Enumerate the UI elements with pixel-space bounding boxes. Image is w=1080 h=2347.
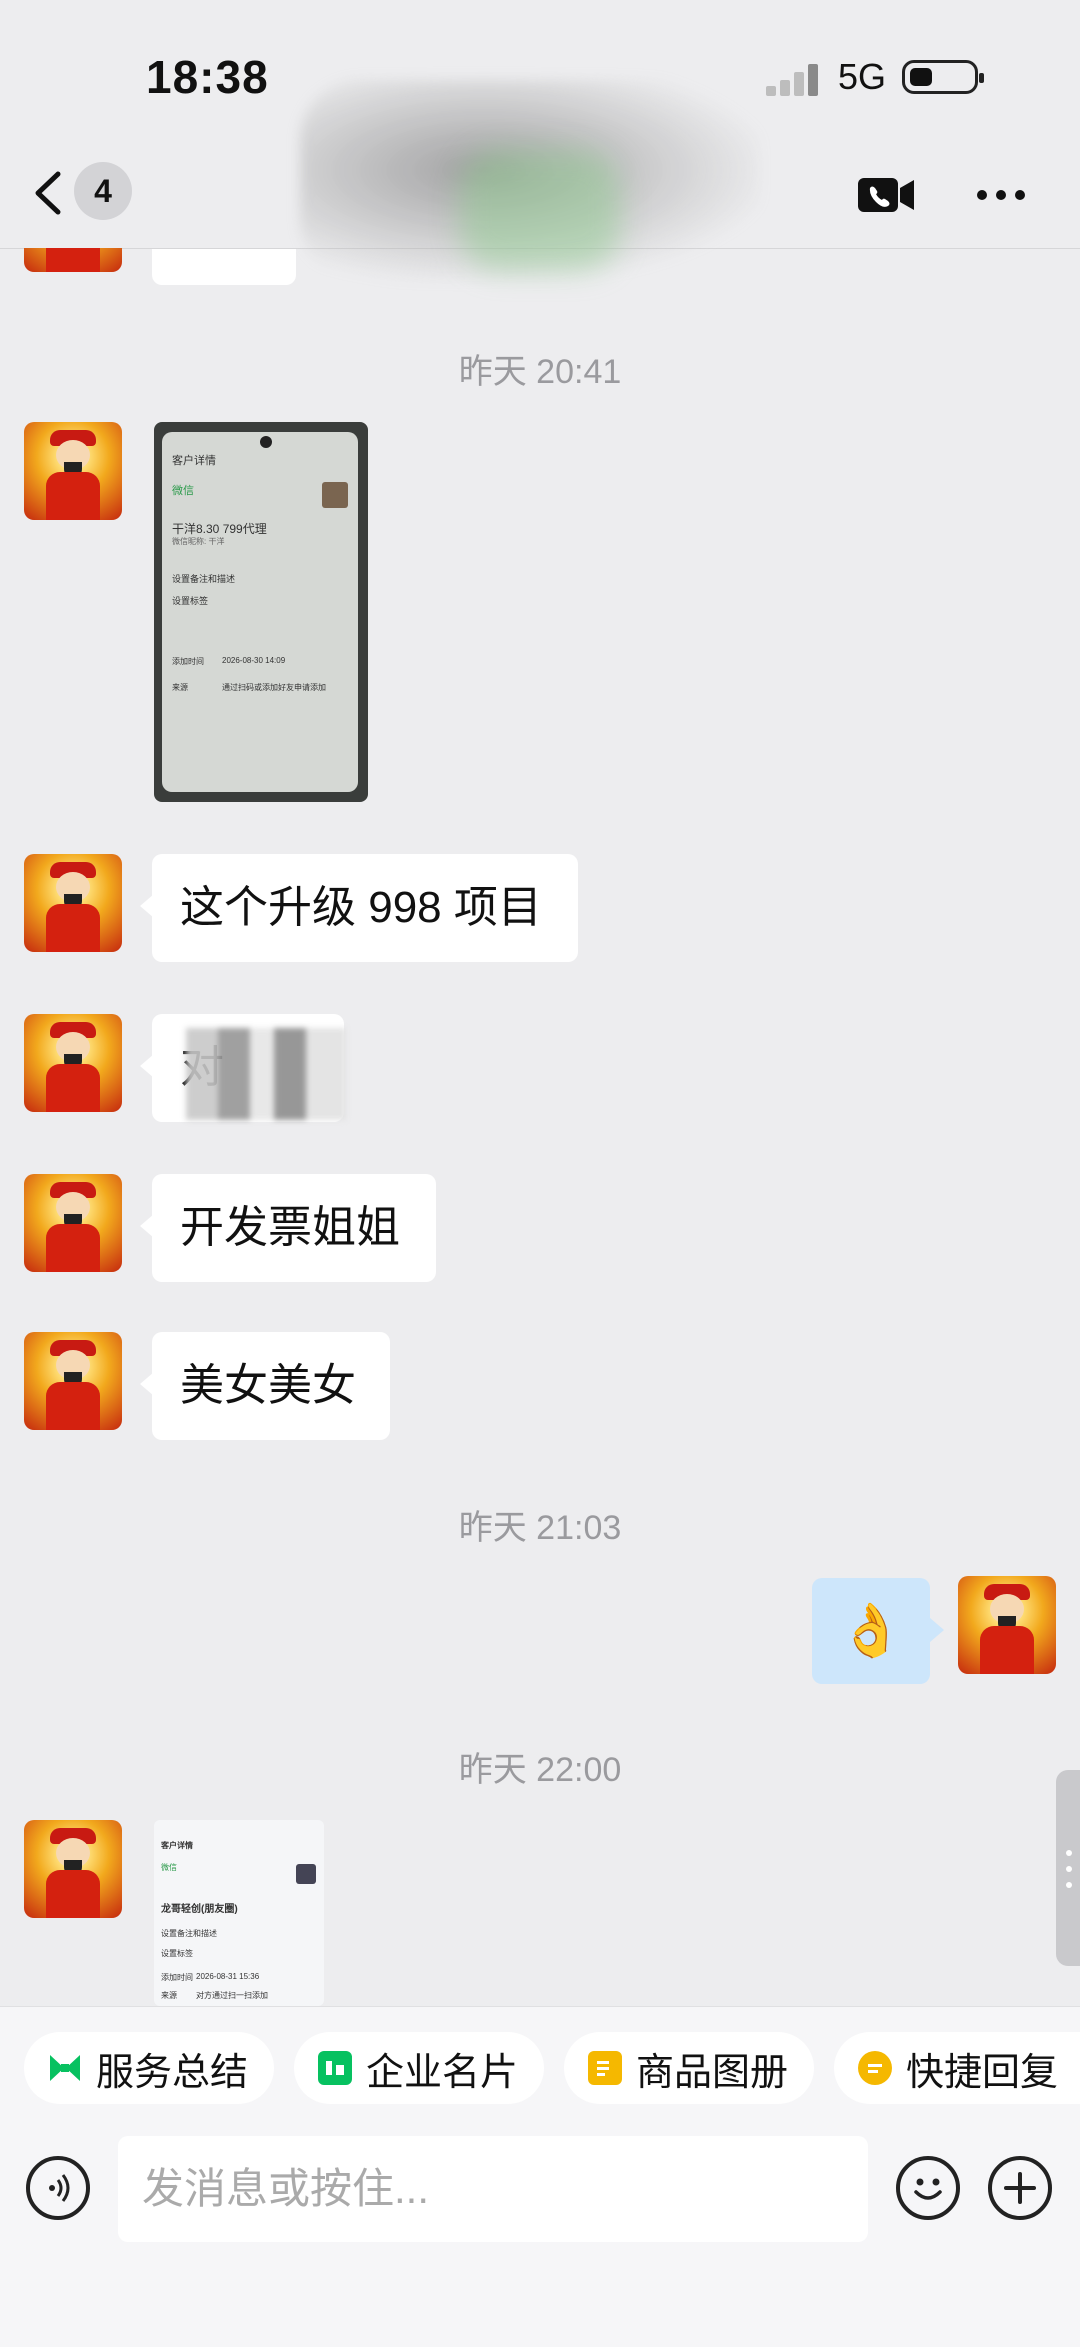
quick-reply-button[interactable]: 快捷回复 [834,2032,1080,2104]
message-bubble: 开发票姐姐 [140,1174,436,1282]
business-card-icon [318,2051,352,2085]
screenshot-source-label: 来源 [161,1991,177,2000]
chip-label: 服务总结 [96,2051,249,2094]
contact-name-redacted-tint [460,150,620,270]
my-avatar[interactable] [958,1576,1056,1674]
sender-avatar[interactable] [24,422,122,520]
signal-icon [766,62,824,96]
message-bubble: 美女美女 [140,1332,390,1440]
sender-avatar[interactable] [24,1014,122,1112]
screenshot-added-value: 2026-08-30 14:09 [222,656,286,665]
service-summary-button[interactable]: 服务总结 [24,2032,274,2104]
bow-icon [48,2051,82,2085]
camera-hole [260,436,272,448]
video-call-icon[interactable] [858,176,916,214]
contact-thumbnail [296,1864,316,1884]
screenshot-source-value: 对方通过扫一扫添加 [196,1991,268,2000]
chip-label: 快捷回复 [906,2051,1059,2094]
sender-avatar[interactable] [24,854,122,952]
voice-input-icon[interactable] [26,2156,90,2220]
plus-icon[interactable] [988,2156,1052,2220]
product-catalog-button[interactable]: 商品图册 [564,2032,814,2104]
screenshot-tag: 微信 [161,1863,177,1872]
screenshot-row: 设置标签 [172,596,209,606]
image-message-screenshot[interactable]: 客户详情 微信 干洋8.30 799代理 微信昵称: 干洋 设置备注和描述 设置… [154,422,368,802]
screenshot-source-value: 通过扫码或添加好友申请添加 [222,683,326,692]
battery-icon [902,60,984,94]
screenshot-name: 龙哥轻创(朋友圈) [161,1904,238,1915]
chip-label: 企业名片 [366,2051,519,2094]
message-bubble-partial [152,249,296,285]
timestamp: 昨天 20:41 [458,353,622,391]
unread-count-badge[interactable]: 4 [74,162,132,220]
side-drawer-handle[interactable] [1056,1770,1080,1966]
message-input[interactable]: 发消息或按住... [118,2136,868,2242]
more-options-icon[interactable] [976,188,1026,200]
sender-avatar[interactable] [24,1820,122,1918]
message-bubble: 这个升级 998 项目 [140,854,578,962]
quick-reply-icon [858,2051,892,2085]
back-chevron-icon[interactable] [28,168,68,218]
screenshot-row: 设置备注和描述 [161,1929,217,1938]
screenshot-title: 客户详情 [172,455,216,467]
image-message-screenshot[interactable]: 客户详情 微信 龙哥轻创(朋友圈) 设置备注和描述 设置标签 添加时间 2026… [154,1820,324,2006]
screenshot-row: 设置标签 [161,1949,193,1958]
chip-label: 商品图册 [636,2051,789,2094]
screenshot-tag: 微信 [172,485,194,497]
sender-avatar[interactable] [24,1332,122,1430]
timestamp: 昨天 21:03 [458,1509,622,1547]
catalog-icon [588,2051,622,2085]
screenshot-added-label: 添加时间 [172,657,204,666]
screenshot-row: 设置备注和描述 [172,574,236,584]
screenshot-added-label: 添加时间 [161,1973,193,1982]
screenshot-added-value: 2026-08-31 15:36 [196,1972,260,1981]
screenshot-sub: 微信昵称: 干洋 [172,537,225,546]
redaction-mosaic [186,1028,346,1120]
contact-thumbnail [322,482,348,508]
screenshot-content: 客户详情 微信 干洋8.30 799代理 微信昵称: 干洋 设置备注和描述 设置… [162,432,358,792]
timestamp: 昨天 22:00 [458,1751,622,1789]
sender-avatar[interactable] [24,1174,122,1272]
business-card-button[interactable]: 企业名片 [294,2032,544,2104]
screenshot-source-label: 来源 [172,683,188,692]
emoji-icon[interactable] [896,2156,960,2220]
screenshot-title: 客户详情 [161,1841,193,1850]
network-type: 5G [838,56,887,97]
screenshot-name: 干洋8.30 799代理 [172,522,267,536]
outgoing-emoji-bubble: 👌 [812,1578,944,1684]
status-time: 18:38 [146,51,269,103]
